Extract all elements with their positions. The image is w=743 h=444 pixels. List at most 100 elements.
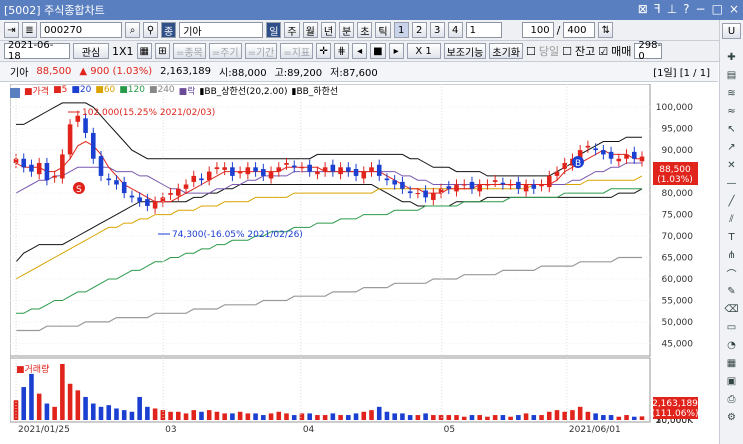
- aux-button[interactable]: 보조기능: [443, 43, 487, 59]
- date-field[interactable]: 2021-06-18: [4, 40, 70, 62]
- help-icon[interactable]: ?: [683, 2, 689, 16]
- tab-year[interactable]: 년: [320, 22, 337, 38]
- count-input[interactable]: 100: [521, 22, 554, 38]
- config-icon[interactable]: ⚙: [723, 410, 740, 424]
- legend-ma20[interactable]: ■20: [71, 85, 91, 95]
- volume-bar: [346, 415, 351, 420]
- volume-bar: [191, 410, 197, 420]
- tab-minute[interactable]: 분: [339, 22, 355, 38]
- crosshair-tool-icon[interactable]: ✕: [723, 158, 740, 172]
- legend-ma60[interactable]: ■60: [95, 85, 115, 95]
- num-4-button[interactable]: 4: [447, 22, 463, 38]
- u-button[interactable]: U: [722, 23, 741, 39]
- y-tick-label: 55,000: [662, 296, 694, 306]
- compare-icon[interactable]: ≈: [723, 104, 740, 118]
- fibo-icon[interactable]: ⋔: [723, 248, 740, 262]
- stock-name-field[interactable]: 기아: [179, 22, 264, 38]
- candle-body: [361, 171, 367, 179]
- stock-list-icon[interactable]: ≣: [22, 22, 37, 38]
- next-icon[interactable]: ▸: [388, 43, 404, 59]
- scroll-icon[interactable]: ⇅: [598, 22, 614, 38]
- candle-body: [152, 201, 158, 209]
- legend-bar[interactable]: ■락: [179, 84, 196, 97]
- volume-bar: [624, 415, 629, 420]
- grid-tool-icon[interactable]: ▦: [723, 356, 740, 370]
- current-volume-text: 2,163,189: [652, 399, 698, 409]
- legend-ma5[interactable]: ■5: [53, 85, 67, 95]
- tool-icon[interactable]: ⚲: [143, 22, 158, 38]
- print-icon[interactable]: ⎙: [723, 392, 740, 406]
- account-field[interactable]: 298-0: [634, 40, 663, 62]
- prev-stock-icon[interactable]: ⇥: [4, 22, 19, 38]
- search-icon[interactable]: ⌕: [125, 22, 140, 38]
- volume-legend[interactable]: ■거래량: [16, 362, 49, 375]
- legend-bb-upper[interactable]: ▮BB_상한선(20,2.00): [199, 84, 287, 97]
- volume-bar: [523, 413, 529, 420]
- stock-chart[interactable]: 100,00095,00090,00085,00080,00075,00070,…: [10, 84, 716, 444]
- code-input[interactable]: 000270: [40, 22, 122, 38]
- quote-change: ▲ 900 (1.03%): [79, 66, 153, 77]
- num-2-button[interactable]: 2: [411, 22, 427, 38]
- legend-ma120[interactable]: ■120: [119, 85, 145, 95]
- pin-icon[interactable]: ⊠: [638, 2, 648, 16]
- indicator-icon[interactable]: ≋: [723, 86, 740, 100]
- arrow-icon[interactable]: ↗: [723, 140, 740, 154]
- total-field[interactable]: 400: [563, 22, 596, 38]
- text-tool-icon[interactable]: T: [723, 230, 740, 244]
- channel-icon[interactable]: ⫽: [723, 212, 740, 226]
- current-price-text: 88,500: [659, 165, 691, 175]
- legend-bb-lower[interactable]: ▮BB_하한선: [292, 84, 339, 97]
- interval-select[interactable]: 1: [465, 22, 502, 38]
- candle-body: [44, 163, 50, 181]
- cycle-icon[interactable]: ◔: [723, 338, 740, 352]
- tab-day[interactable]: 일: [266, 22, 282, 38]
- cursor-icon[interactable]: ↖: [723, 122, 740, 136]
- reset-button[interactable]: 초기화: [489, 43, 523, 59]
- pane-home-icon[interactable]: [10, 88, 20, 98]
- prev-icon[interactable]: ◂: [352, 43, 368, 59]
- split-icon[interactable]: ⊞: [155, 43, 170, 59]
- range-sync-button[interactable]: =기간: [244, 43, 278, 59]
- minimize-icon[interactable]: −: [696, 2, 706, 16]
- period-sync-button[interactable]: =주기: [208, 43, 242, 59]
- trendline-icon[interactable]: ╱: [723, 194, 740, 208]
- stock-type-icon[interactable]: 종: [161, 22, 177, 38]
- volume-bar: [52, 406, 57, 420]
- candle-body: [253, 167, 258, 172]
- gann-icon[interactable]: ⌒: [723, 266, 740, 281]
- num-3-button[interactable]: 3: [429, 22, 445, 38]
- maximize-icon[interactable]: □: [712, 2, 723, 16]
- drawing-toolbar: U ✚ ▤ ≋ ≈ ↖ ↗ ✕ — ╱ ⫽ T ⋔ ⌒ ✎ ⌫ ▭ ◔ ▦ ▣ …: [719, 20, 743, 444]
- table-icon[interactable]: ▦: [136, 43, 152, 59]
- num-1-button[interactable]: 1: [393, 22, 409, 38]
- chart-type-icon[interactable]: ▤: [723, 68, 740, 82]
- pen-icon[interactable]: ✎: [723, 284, 740, 298]
- compress-icon[interactable]: ⋕: [334, 43, 350, 59]
- stop-icon[interactable]: ■: [370, 43, 386, 59]
- trade-checkbox[interactable]: ☑: [598, 45, 608, 58]
- indicator-sync-button[interactable]: =지표: [280, 43, 314, 59]
- save-icon[interactable]: ▣: [723, 374, 740, 388]
- clip-icon[interactable]: ⊥: [667, 2, 677, 16]
- crosshair-icon[interactable]: ✛: [316, 43, 332, 59]
- zoom-select[interactable]: X 1: [406, 43, 441, 59]
- link-icon[interactable]: ꟻ: [654, 2, 661, 16]
- tab-week[interactable]: 주: [284, 22, 300, 38]
- legend-price[interactable]: ■가격: [24, 84, 49, 97]
- shape-icon[interactable]: ▭: [723, 320, 740, 334]
- watch-button[interactable]: 관심: [73, 43, 109, 59]
- tab-tick[interactable]: 틱: [375, 22, 391, 38]
- tab-month[interactable]: 월: [302, 22, 318, 38]
- tool-icon-1[interactable]: ✚: [723, 50, 740, 64]
- candle-body: [407, 191, 413, 194]
- legend-ma240[interactable]: ■240: [149, 85, 175, 95]
- tab-second[interactable]: 초: [357, 22, 373, 38]
- eraser-icon[interactable]: ⌫: [723, 302, 740, 316]
- today-checkbox[interactable]: ☐: [526, 45, 536, 58]
- candle-body: [322, 167, 328, 172]
- candle-body: [261, 169, 266, 176]
- close-icon[interactable]: ×: [729, 2, 739, 16]
- balance-checkbox[interactable]: ☐: [562, 45, 572, 58]
- stock-sync-button[interactable]: =종목: [173, 43, 206, 59]
- hline-icon[interactable]: —: [723, 176, 740, 190]
